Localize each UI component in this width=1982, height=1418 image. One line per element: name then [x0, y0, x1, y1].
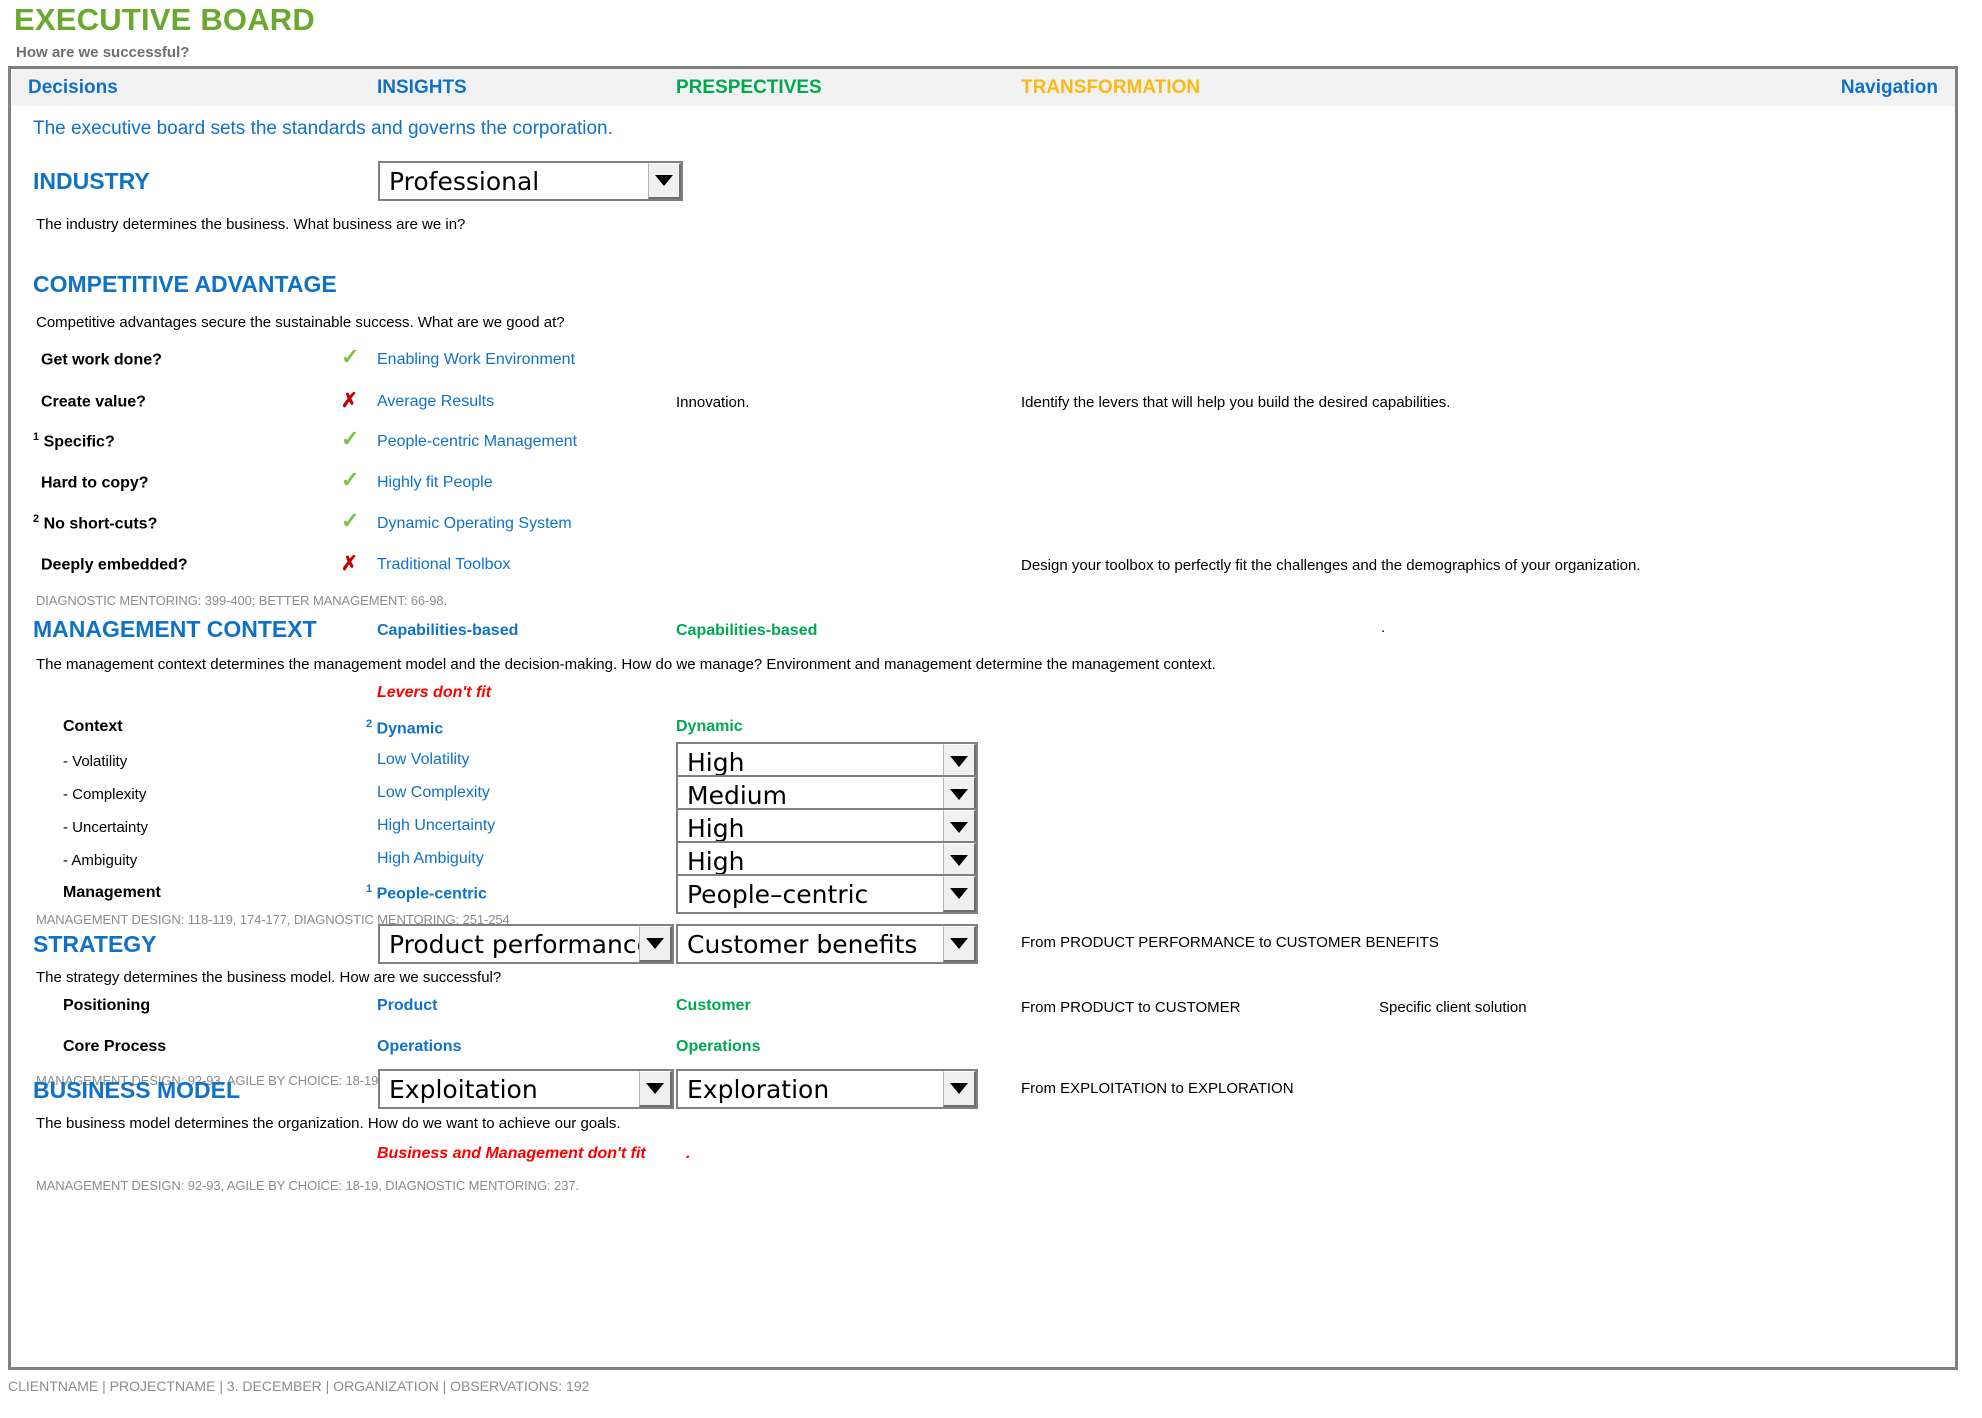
ca-row-insight[interactable]: People-centric Management	[377, 433, 577, 451]
strategy-row-insight[interactable]: Product	[377, 997, 437, 1015]
strategy-row-insight[interactable]: Operations	[377, 1038, 461, 1056]
strategy-description: The strategy determines the business mod…	[36, 969, 502, 986]
check-icon: ✓	[341, 426, 360, 451]
competitive-advantage-description: Competitive advantages secure the sustai…	[36, 314, 565, 331]
nav-tab-prespectives[interactable]: PRESPECTIVES	[676, 77, 822, 99]
competitive-advantage-note: DIAGNOSTIC MENTORING: 399-400; BETTER MA…	[36, 593, 447, 608]
section-heading-business-model: BUSINESS MODEL	[33, 1077, 241, 1103]
ca-row-transformation: Design your toolbox to perfectly fit the…	[1021, 557, 1641, 574]
strategy-row-extra: Specific client solution	[1379, 999, 1527, 1016]
ca-row-insight[interactable]: Traditional Toolbox	[377, 556, 510, 574]
ca-row-insight[interactable]: Average Results	[377, 393, 494, 411]
mc-row-label: - Complexity	[63, 786, 147, 803]
mc-row-label: - Volatility	[63, 753, 128, 770]
section-heading-competitive-advantage: COMPETITIVE ADVANTAGE	[33, 271, 337, 297]
strategy-row-transformation: From PRODUCT to CUSTOMER	[1021, 999, 1241, 1016]
check-icon: ✓	[341, 467, 360, 492]
mc-row-insight[interactable]: Low Volatility	[377, 751, 470, 769]
management-context-insight[interactable]: Capabilities-based	[377, 622, 518, 640]
strategy-row-perspective[interactable]: Operations	[676, 1038, 760, 1056]
industry-description: The industry determines the business. Wh…	[36, 216, 466, 233]
page-title: EXECUTIVE BOARD	[14, 2, 315, 37]
mc-row-label: - Ambiguity	[63, 852, 138, 869]
section-heading-industry: INDUSTRY	[33, 168, 150, 194]
nav-tab-transformation[interactable]: TRANSFORMATION	[1021, 77, 1200, 99]
chevron-down-icon[interactable]	[648, 163, 681, 199]
ca-row-label: 2 No short-cuts?	[33, 513, 158, 533]
industry-select[interactable]: Professional	[378, 161, 683, 201]
ca-row-label: 1 Specific?	[33, 431, 115, 451]
strategy-transformation: From PRODUCT PERFORMANCE to CUSTOMER BEN…	[1021, 934, 1439, 951]
mc-row-insight[interactable]: 2 Dynamic	[366, 718, 443, 738]
strategy-row-label: Positioning	[63, 997, 151, 1014]
business-model-transformation: From EXPLOITATION to EXPLORATION	[1021, 1080, 1294, 1097]
business-model-insight-select-value: Exploitation	[389, 1074, 538, 1104]
business-model-perspective-select[interactable]: Exploration	[676, 1069, 978, 1109]
ca-row-insight[interactable]: Dynamic Operating System	[377, 515, 572, 533]
management-select[interactable]: People–centric	[676, 874, 978, 914]
mc-row-label: Context	[63, 718, 123, 735]
management-context-description: The management context determines the ma…	[36, 656, 1216, 673]
management-context-warning: Levers don't fit	[377, 684, 492, 701]
nav-tab-navigation[interactable]: Navigation	[1841, 77, 1938, 99]
footer-status: CLIENTNAME | PROJECTNAME | 3. DECEMBER |…	[8, 1378, 590, 1394]
strategy-insight-select-value: Product performance	[389, 929, 639, 959]
complexity-select-value: Medium	[687, 780, 787, 810]
mc-row-insight[interactable]: 1 People-centric	[366, 883, 487, 903]
business-model-warning-dot: .	[686, 1145, 691, 1162]
section-heading-strategy: STRATEGY	[33, 931, 157, 957]
mc-row-insight[interactable]: High Uncertainty	[377, 817, 495, 835]
management-select-value: People–centric	[687, 879, 869, 909]
chevron-down-icon[interactable]	[943, 926, 976, 962]
strategy-perspective-select[interactable]: Customer benefits	[676, 924, 978, 964]
mc-row-insight[interactable]: Low Complexity	[377, 784, 490, 802]
mc-row-label: - Uncertainty	[63, 819, 149, 836]
ca-row-insight[interactable]: Enabling Work Environment	[377, 351, 575, 369]
strategy-perspective-select-value: Customer benefits	[687, 929, 918, 959]
chevron-down-icon[interactable]	[943, 1071, 976, 1107]
ca-row-perspective: Innovation.	[676, 394, 750, 411]
strategy-row-label: Core Process	[63, 1038, 167, 1055]
management-context-perspective[interactable]: Capabilities-based	[676, 622, 817, 640]
content-area: The executive board sets the standards a…	[11, 106, 1955, 1370]
volatility-select-value: High	[687, 747, 745, 777]
mc-row-insight[interactable]: High Ambiguity	[377, 850, 484, 868]
nav-tab-decisions[interactable]: Decisions	[28, 77, 118, 99]
cross-icon: ✗	[341, 390, 358, 412]
check-icon: ✓	[341, 344, 360, 369]
ca-row-label: Get work done?	[41, 351, 162, 369]
business-model-perspective-select-value: Exploration	[687, 1074, 830, 1104]
industry-select-value: Professional	[389, 166, 540, 196]
page-subtitle: How are we successful?	[16, 44, 190, 61]
ca-row-insight[interactable]: Highly fit People	[377, 474, 493, 492]
intro-text: The executive board sets the standards a…	[33, 118, 613, 139]
management-context-dot: .	[1381, 619, 1386, 636]
ca-row-label: Deeply embedded?	[41, 556, 188, 574]
ca-row-label: Hard to copy?	[41, 474, 149, 492]
business-model-insight-select[interactable]: Exploitation	[378, 1069, 674, 1109]
business-model-note: MANAGEMENT DESIGN: 92-93, AGILE BY CHOIC…	[36, 1178, 579, 1193]
ambiguity-select-value: High	[687, 846, 745, 876]
nav-tab-insights[interactable]: INSIGHTS	[377, 77, 467, 99]
ca-row-label: Create value?	[41, 393, 146, 411]
business-model-description: The business model determines the organi…	[36, 1115, 621, 1132]
check-icon: ✓	[341, 508, 360, 533]
ca-row-transformation: Identify the levers that will help you b…	[1021, 394, 1451, 411]
main-panel: Decisions INSIGHTS PRESPECTIVES TRANSFOR…	[8, 66, 1958, 1370]
strategy-insight-select[interactable]: Product performance	[378, 924, 674, 964]
uncertainty-select-value: High	[687, 813, 745, 843]
executive-board-page: EXECUTIVE BOARD How are we successful? D…	[0, 0, 1982, 1418]
chevron-down-icon[interactable]	[639, 1071, 672, 1107]
mc-row-perspective[interactable]: Dynamic	[676, 718, 743, 736]
mc-row-label: Management	[63, 884, 161, 901]
navigation-bar: Decisions INSIGHTS PRESPECTIVES TRANSFOR…	[11, 69, 1955, 106]
business-model-warning: Business and Management don't fit	[377, 1145, 646, 1162]
chevron-down-icon[interactable]	[639, 926, 672, 962]
chevron-down-icon[interactable]	[943, 876, 976, 912]
cross-icon: ✗	[341, 553, 358, 575]
strategy-row-perspective[interactable]: Customer	[676, 997, 751, 1015]
section-heading-management-context: MANAGEMENT CONTEXT	[33, 616, 317, 642]
